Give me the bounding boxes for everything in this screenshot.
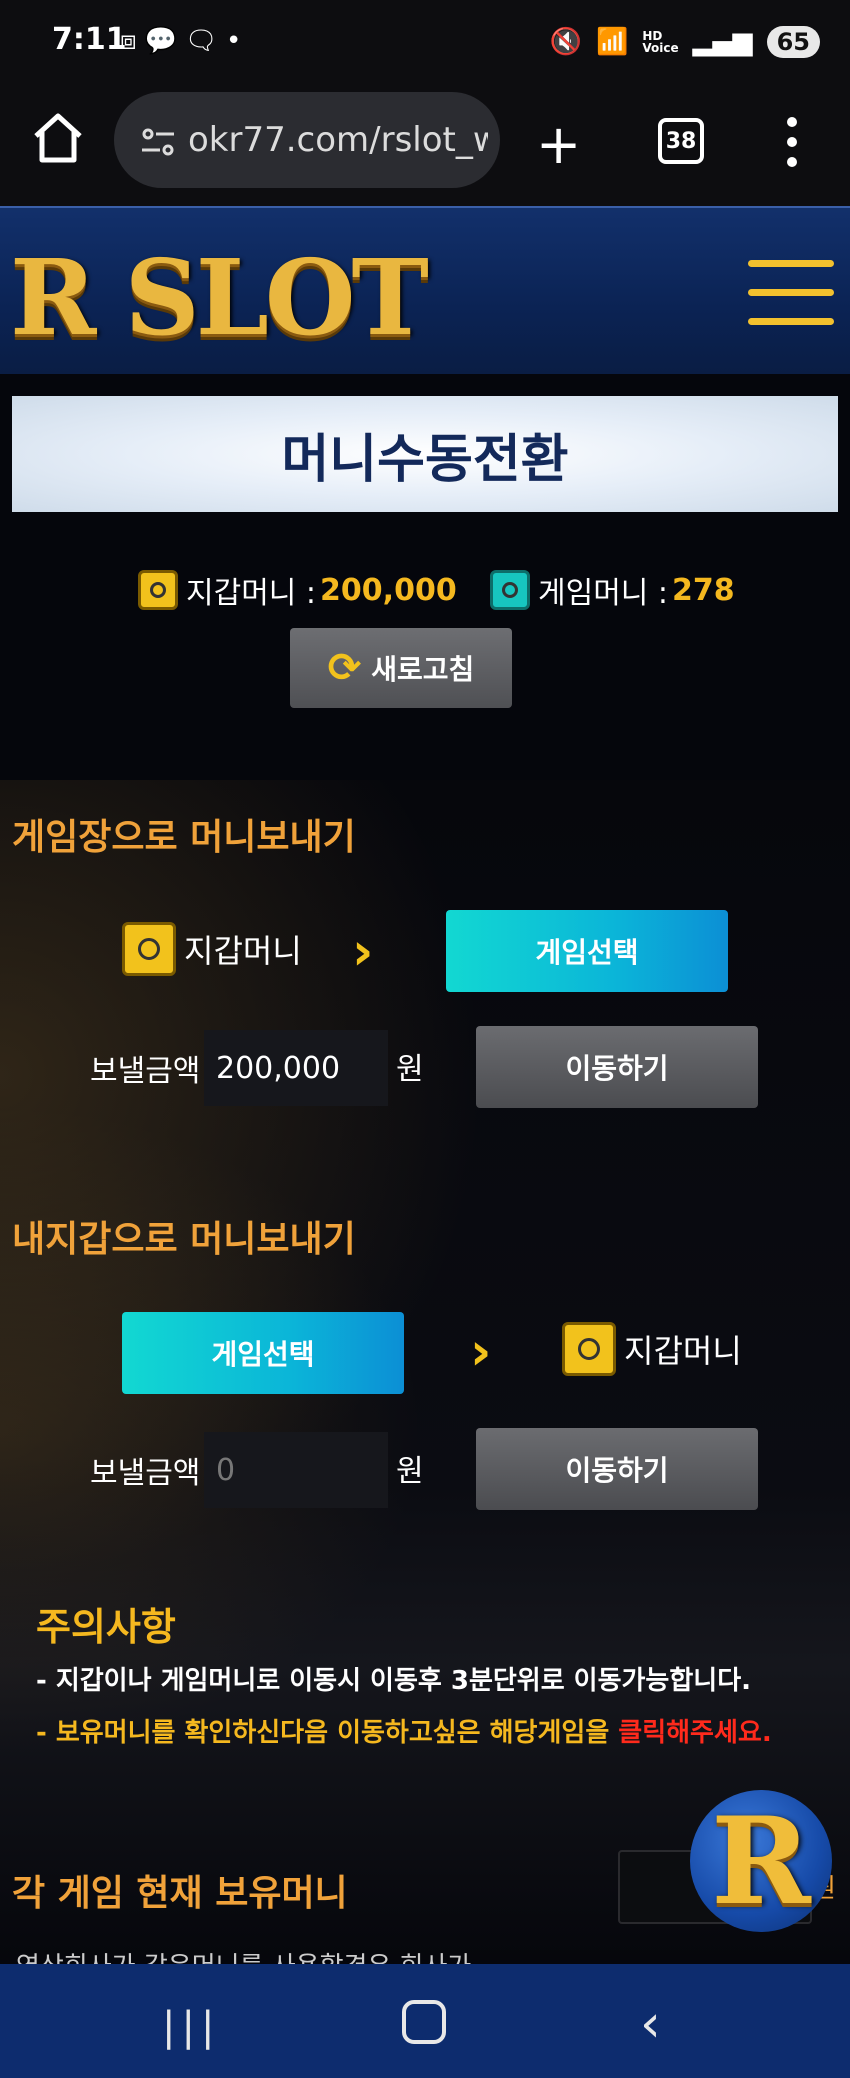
site-settings-icon[interactable]: [140, 124, 176, 160]
address-bar[interactable]: okr77.com/rslot_w: [114, 92, 500, 188]
new-tab-icon[interactable]: +: [536, 118, 581, 172]
to-game-source-label: 지갑머니: [184, 932, 302, 970]
floating-r-badge[interactable]: R: [690, 1790, 832, 1932]
notice-title: 주의사항: [36, 1605, 176, 1649]
home-nav-icon[interactable]: [402, 2000, 446, 2044]
to-game-source: 지갑머니: [122, 922, 302, 976]
site-logo[interactable]: R SLOT: [10, 236, 429, 359]
chat-bubble-icon: 💬: [144, 26, 177, 56]
to-wallet-unit: 원: [396, 1454, 424, 1489]
battery-indicator: 65: [766, 26, 820, 58]
status-time: 7:11: [52, 22, 127, 57]
signal-icon: ▂▄▆: [692, 27, 753, 57]
to-wallet-target-label: 지갑머니: [624, 1332, 742, 1370]
recents-icon[interactable]: |||: [162, 2004, 220, 2050]
wifi-icon: 📶: [595, 27, 629, 57]
to-game-move-button[interactable]: 이동하기: [476, 1026, 758, 1108]
chevron-right-icon: ›: [352, 922, 374, 982]
voice-label: Voice: [642, 41, 679, 55]
tab-switcher-button[interactable]: 38: [658, 118, 704, 164]
url-text: okr77.com/rslot_w: [188, 120, 488, 160]
home-icon[interactable]: [30, 110, 86, 166]
talk-icon: 🗨: [184, 26, 218, 56]
status-bar: 7:11 ⧈ 💬 🗨 • 🔇 📶 HD Voice ▂▄▆ 65: [0, 0, 850, 90]
section-title-game-money: 각 게임 현재 보유머니: [12, 1873, 348, 1914]
to-wallet-amount-input[interactable]: [204, 1432, 388, 1508]
to-wallet-target: 지갑머니: [562, 1322, 742, 1376]
screenshot-icon: ⧈: [120, 26, 137, 56]
refresh-button-label: 새로고침: [371, 653, 475, 686]
title-banner: 머니수동전환: [12, 396, 838, 512]
browser-toolbar: okr77.com/rslot_w + 38: [0, 90, 850, 206]
notice-line-2: - 보유머니를 확인하신다음 이동하고싶은 해당게임을 클릭해주세요.: [36, 1712, 772, 1749]
safe-icon: [490, 570, 530, 610]
to-wallet-amount-label: 보낼금액: [90, 1456, 201, 1491]
system-nav-bar: ||| ‹: [0, 1964, 850, 2078]
wallet-balance-label: 지갑머니 :: [186, 576, 317, 611]
game-balance-value: 278: [672, 572, 735, 608]
notice-line-2-text: - 보유머니를 확인하신다음 이동하고싶은 해당게임을: [36, 1718, 619, 1748]
to-game-unit: 원: [396, 1052, 424, 1087]
game-balance-label: 게임머니 :: [538, 576, 669, 611]
refresh-icon: ⟳: [327, 645, 362, 691]
to-wallet-select-button[interactable]: 게임선택: [122, 1312, 404, 1394]
page-title: 머니수동전환: [281, 429, 569, 490]
more-menu-icon[interactable]: [780, 114, 804, 170]
status-notification-icons: ⧈ 💬 🗨 •: [120, 28, 241, 54]
to-game-amount-input[interactable]: [204, 1030, 388, 1106]
dot-icon: •: [225, 26, 242, 56]
mute-icon: 🔇: [549, 27, 582, 57]
safe-icon: [122, 922, 176, 976]
chevron-right-icon: ›: [470, 1322, 492, 1382]
wallet-balance-value: 200,000: [320, 572, 457, 608]
back-icon[interactable]: ‹: [640, 1994, 661, 2054]
hd-voice-icon: HD Voice: [642, 30, 678, 54]
refresh-button[interactable]: ⟳ 새로고침: [290, 628, 512, 708]
notice-line-2-highlight: 클릭해주세요.: [618, 1718, 772, 1748]
status-system-icons: 🔇 📶 HD Voice ▂▄▆ 65: [550, 26, 820, 58]
to-game-select-button[interactable]: 게임선택: [446, 910, 728, 992]
game-balance: 게임머니 : 278: [490, 568, 735, 612]
section-title-to-game: 게임장으로 머니보내기: [12, 817, 356, 858]
notice-line-1: - 지갑이나 게임머니로 이동시 이동후 3분단위로 이동가능합니다.: [36, 1666, 751, 1696]
hamburger-menu-icon[interactable]: [748, 260, 834, 326]
game-money-note: 영상회사가 같은머니를 사용할경우 회사가: [16, 1946, 471, 1966]
section-title-to-wallet: 내지갑으로 머니보내기: [12, 1219, 356, 1260]
balance-row: 지갑머니 : 200,000 게임머니 : 278: [0, 566, 850, 616]
site-header: R SLOT: [0, 206, 850, 374]
wallet-balance: 지갑머니 : 200,000: [138, 568, 457, 612]
to-wallet-move-button[interactable]: 이동하기: [476, 1428, 758, 1510]
to-game-amount-label: 보낼금액: [90, 1054, 201, 1089]
safe-icon: [138, 570, 178, 610]
safe-icon: [562, 1322, 616, 1376]
